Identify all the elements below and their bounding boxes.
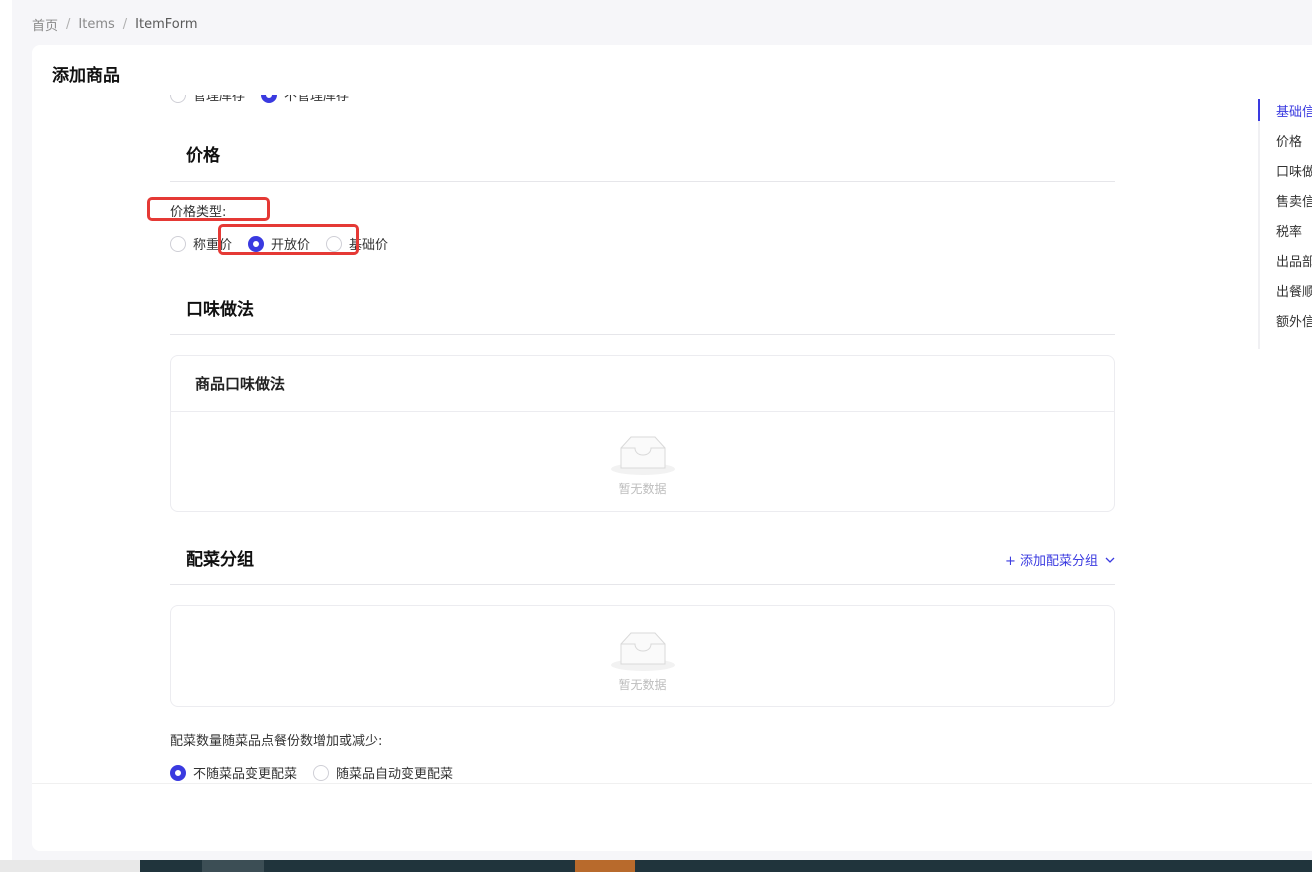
section-title-side-dish: 配菜分组 [186, 550, 254, 570]
taskbar-segment[interactable] [0, 860, 140, 872]
breadcrumb-home[interactable]: 首页 [32, 15, 58, 34]
anchor-item-flavor[interactable]: 口味做 [1276, 161, 1312, 180]
empty-state: 暂无数据 [171, 606, 1114, 693]
flavor-box-title: 商品口味做法 [171, 356, 1114, 412]
taskbar [0, 860, 1312, 872]
anchor-item-price[interactable]: 价格 [1276, 131, 1302, 150]
taskbar-segment[interactable] [202, 860, 264, 872]
anchor-item-tax[interactable]: 税率 [1276, 221, 1302, 240]
side-dish-qty-label: 配菜数量随菜品点餐份数增加或减少: [170, 734, 383, 749]
section-title-price: 价格 [186, 146, 220, 166]
left-edge-strip [0, 0, 12, 860]
chevron-down-icon [1105, 557, 1115, 563]
highlight-open-price [218, 224, 359, 255]
radio-label: 不随菜品变更配菜 [193, 767, 298, 782]
anchor-item-basic-info[interactable]: 基础信 [1276, 101, 1312, 120]
flavor-box: 商品口味做法 暂无数据 [170, 355, 1115, 512]
taskbar-segment[interactable] [575, 860, 635, 872]
divider [170, 181, 1115, 182]
radio-circle [170, 235, 186, 252]
side-dish-box: 暂无数据 [170, 605, 1115, 707]
empty-text: 暂无数据 [618, 678, 667, 692]
breadcrumb-separator: / [66, 17, 71, 32]
anchor-track [1258, 99, 1260, 349]
radio-manage-inventory[interactable]: 管理库存 [170, 95, 245, 104]
radio-label: 随菜品自动变更配菜 [336, 767, 454, 782]
add-side-dish-label: + 添加配菜分组 [1004, 554, 1098, 569]
section-title-flavor: 口味做法 [186, 300, 254, 320]
radio-no-change-side-dish[interactable]: 不随菜品变更配菜 [170, 763, 297, 782]
highlight-price-type-label [147, 197, 270, 221]
empty-inbox-icon [610, 436, 675, 475]
form-card: 添加商品 管理库存 不管理库存 价格 价格类型: 称重价 开放价 基础价 口味做… [32, 45, 1312, 851]
anchor-item-serving-order[interactable]: 出餐顺 [1276, 281, 1312, 300]
inventory-radio-group: 管理库存 不管理库存 [170, 95, 365, 104]
divider [170, 584, 1115, 585]
radio-circle [313, 764, 330, 781]
page-title: 添加商品 [52, 66, 120, 86]
radio-no-inventory[interactable]: 不管理库存 [261, 95, 349, 104]
side-dish-qty-radio-group: 不随菜品变更配菜 随菜品自动变更配菜 [170, 763, 469, 782]
anchor-item-sale-info[interactable]: 售卖信 [1276, 191, 1312, 210]
anchor-item-extra-info[interactable]: 额外信 [1276, 311, 1312, 330]
add-side-dish-group-button[interactable]: + 添加配菜分组 [1005, 550, 1116, 569]
radio-circle-checked [261, 95, 278, 103]
radio-label: 不管理库存 [284, 95, 350, 104]
breadcrumb-separator: / [122, 17, 128, 32]
empty-state: 暂无数据 [171, 412, 1114, 497]
breadcrumb-current: ItemForm [135, 17, 198, 32]
radio-auto-change-side-dish[interactable]: 随菜品自动变更配菜 [313, 763, 453, 782]
empty-inbox-icon [610, 632, 675, 671]
breadcrumb-items[interactable]: Items [78, 17, 114, 32]
empty-text: 暂无数据 [618, 482, 667, 496]
radio-circle-checked [170, 764, 186, 781]
form-scroll-area[interactable]: 管理库存 不管理库存 价格 价格类型: 称重价 开放价 基础价 口味做法 商品口… [32, 95, 1254, 783]
anchor-active-indicator [1258, 99, 1260, 121]
footer-bar [32, 783, 1312, 851]
divider [170, 334, 1115, 335]
anchor-item-output-dept[interactable]: 出品部 [1276, 251, 1312, 270]
anchor-nav: 基础信 价格 口味做 售卖信 税率 出品部 出餐顺 额外信 [1258, 95, 1312, 349]
radio-circle [170, 95, 186, 103]
breadcrumb: 首页 / Items / ItemForm [32, 15, 198, 34]
radio-label: 管理库存 [193, 95, 246, 104]
